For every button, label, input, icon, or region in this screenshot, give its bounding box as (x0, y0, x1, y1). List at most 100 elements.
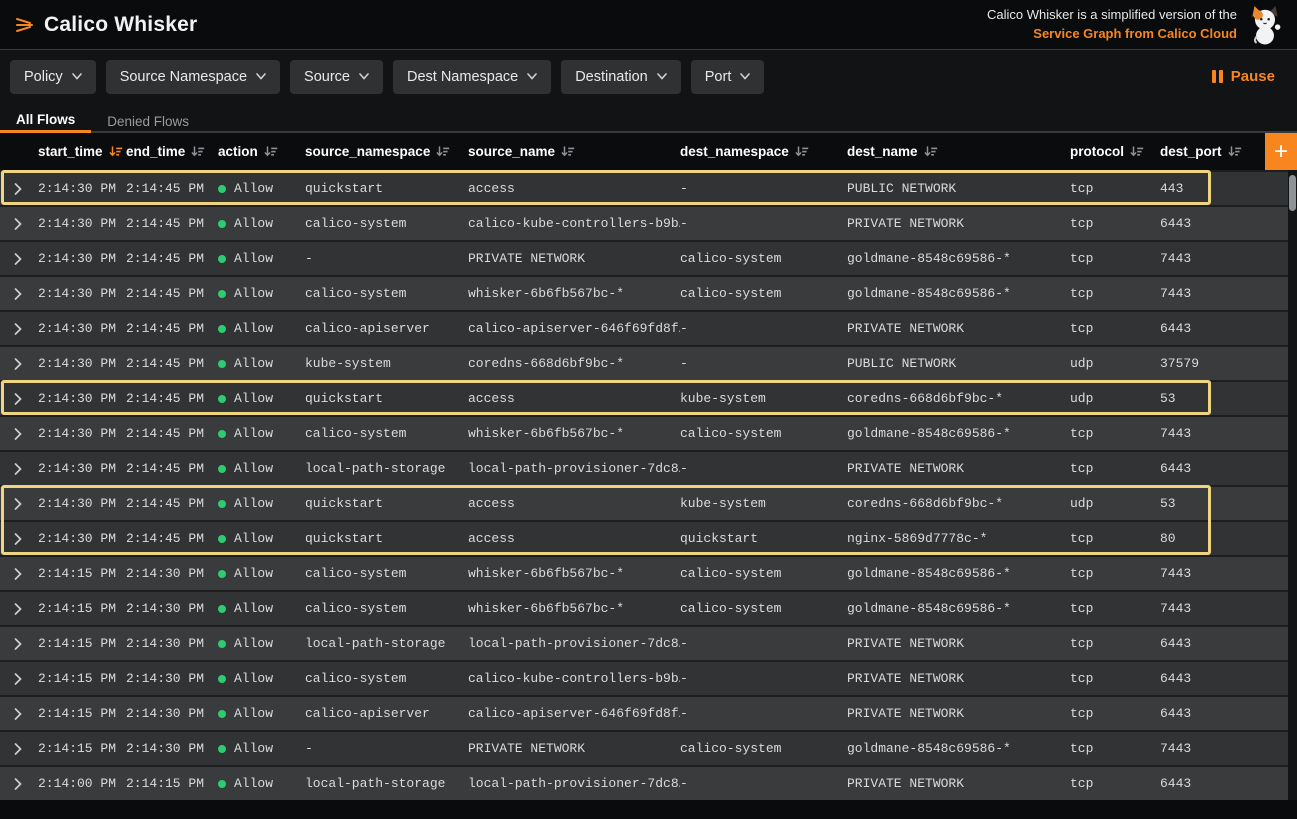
cell-end-time: 2:14:45 PM (126, 461, 218, 476)
cell-dest-name: PRIVATE NETWORK (847, 776, 1070, 791)
flow-row[interactable]: 2:14:30 PM 2:14:45 PM Allow quickstart a… (0, 380, 1288, 415)
expand-chevron-icon[interactable] (14, 463, 38, 475)
cell-source-name: calico-kube-controllers-b9b… (468, 671, 680, 686)
allow-status-dot (218, 640, 226, 648)
flow-row[interactable]: 2:14:30 PM 2:14:45 PM Allow - PRIVATE NE… (0, 240, 1288, 275)
cell-action: Allow (218, 671, 305, 686)
cell-dest-name: PRIVATE NETWORK (847, 321, 1070, 336)
pause-icon (1212, 70, 1223, 83)
cell-end-time: 2:14:30 PM (126, 671, 218, 686)
cell-end-time: 2:14:45 PM (126, 251, 218, 266)
calico-cat-mascot (1247, 5, 1283, 45)
tab-denied-flows[interactable]: Denied Flows (91, 103, 205, 133)
flow-row[interactable]: 2:14:30 PM 2:14:45 PM Allow calico-syste… (0, 275, 1288, 310)
cell-end-time: 2:14:30 PM (126, 741, 218, 756)
flow-row[interactable]: 2:14:15 PM 2:14:30 PM Allow calico-syste… (0, 590, 1288, 625)
cell-end-time: 2:14:45 PM (126, 216, 218, 231)
column-header-action[interactable]: action (218, 144, 305, 159)
expand-chevron-icon[interactable] (14, 533, 38, 545)
cell-start-time: 2:14:30 PM (38, 251, 126, 266)
column-header-end_time[interactable]: end_time (126, 144, 218, 159)
column-header-protocol[interactable]: protocol (1070, 144, 1160, 159)
flow-row[interactable]: 2:14:30 PM 2:14:45 PM Allow local-path-s… (0, 450, 1288, 485)
service-graph-link[interactable]: Service Graph from Calico Cloud (987, 25, 1237, 44)
add-column-button[interactable]: + (1265, 133, 1297, 170)
cell-dest-name: PRIVATE NETWORK (847, 671, 1070, 686)
flow-row[interactable]: 2:14:30 PM 2:14:45 PM Allow calico-apise… (0, 310, 1288, 345)
cell-dest-namespace: - (680, 321, 847, 336)
cell-action: Allow (218, 741, 305, 756)
column-header-source_name[interactable]: source_name (468, 144, 680, 159)
expand-chevron-icon[interactable] (14, 673, 38, 685)
filter-dropdown-destination[interactable]: Destination (561, 60, 681, 94)
expand-chevron-icon[interactable] (14, 638, 38, 650)
tab-all-flows[interactable]: All Flows (0, 103, 91, 133)
column-header-dest_namespace[interactable]: dest_namespace (680, 144, 847, 159)
expand-chevron-icon[interactable] (14, 603, 38, 615)
flow-row[interactable]: 2:14:30 PM 2:14:45 PM Allow kube-system … (0, 345, 1288, 380)
sort-desc-icon (924, 145, 938, 159)
cell-dest-namespace: - (680, 216, 847, 231)
expand-chevron-icon[interactable] (14, 253, 38, 265)
expand-chevron-icon[interactable] (14, 428, 38, 440)
cell-protocol: tcp (1070, 286, 1160, 301)
cell-dest-namespace: - (680, 356, 847, 371)
cell-dest-name: coredns-668d6bf9bc-* (847, 496, 1070, 511)
plus-icon: + (1274, 140, 1288, 164)
cell-source-name: calico-kube-controllers-b9b… (468, 216, 680, 231)
expand-chevron-icon[interactable] (14, 743, 38, 755)
expand-chevron-icon[interactable] (14, 393, 38, 405)
filter-dropdown-port[interactable]: Port (691, 60, 765, 94)
cell-source-namespace: calico-apiserver (305, 706, 468, 721)
expand-chevron-icon[interactable] (14, 218, 38, 230)
cell-dest-port: 6443 (1160, 321, 1288, 336)
filter-dropdown-dest-namespace[interactable]: Dest Namespace (393, 60, 551, 94)
expand-chevron-icon[interactable] (14, 288, 38, 300)
cell-dest-port: 37579 (1160, 356, 1288, 371)
flow-row[interactable]: 2:14:15 PM 2:14:30 PM Allow calico-apise… (0, 695, 1288, 730)
flow-row[interactable]: 2:14:30 PM 2:14:45 PM Allow quickstart a… (0, 520, 1288, 555)
flow-row[interactable]: 2:14:30 PM 2:14:45 PM Allow calico-syste… (0, 415, 1288, 450)
flow-row[interactable]: 2:14:00 PM 2:14:15 PM Allow local-path-s… (0, 765, 1288, 800)
cell-action: Allow (218, 286, 305, 301)
cell-start-time: 2:14:15 PM (38, 601, 126, 616)
flow-row[interactable]: 2:14:30 PM 2:14:45 PM Allow calico-syste… (0, 205, 1288, 240)
flow-row[interactable]: 2:14:15 PM 2:14:30 PM Allow calico-syste… (0, 660, 1288, 695)
cell-protocol: udp (1070, 356, 1160, 371)
allow-status-dot (218, 290, 226, 298)
flow-row[interactable]: 2:14:30 PM 2:14:45 PM Allow quickstart a… (0, 485, 1288, 520)
cell-action: Allow (218, 706, 305, 721)
expand-chevron-icon[interactable] (14, 568, 38, 580)
cell-dest-port: 6443 (1160, 461, 1288, 476)
expand-chevron-icon[interactable] (14, 778, 38, 790)
cell-source-name: PRIVATE NETWORK (468, 251, 680, 266)
flows-tabs: All Flows Denied Flows (0, 103, 1297, 133)
column-header-start_time[interactable]: start_time (38, 144, 126, 159)
filter-dropdown-source[interactable]: Source (290, 60, 383, 94)
expand-chevron-icon[interactable] (14, 358, 38, 370)
cell-dest-namespace: calico-system (680, 601, 847, 616)
flow-row[interactable]: 2:14:15 PM 2:14:30 PM Allow - PRIVATE NE… (0, 730, 1288, 765)
cell-source-namespace: quickstart (305, 531, 468, 546)
pause-button[interactable]: Pause (1212, 68, 1275, 85)
filter-dropdown-policy[interactable]: Policy (10, 60, 96, 94)
vertical-scrollbar-track[interactable] (1288, 170, 1297, 800)
cell-protocol: tcp (1070, 776, 1160, 791)
cell-dest-name: nginx-5869d7778c-* (847, 531, 1070, 546)
cell-protocol: tcp (1070, 251, 1160, 266)
expand-chevron-icon[interactable] (14, 183, 38, 195)
flow-row[interactable]: 2:14:15 PM 2:14:30 PM Allow calico-syste… (0, 555, 1288, 590)
expand-chevron-icon[interactable] (14, 708, 38, 720)
cell-dest-namespace: kube-system (680, 496, 847, 511)
flow-row[interactable]: 2:14:30 PM 2:14:45 PM Allow quickstart a… (0, 170, 1288, 205)
column-header-dest_name[interactable]: dest_name (847, 144, 1070, 159)
cell-protocol: tcp (1070, 741, 1160, 756)
column-header-source_namespace[interactable]: source_namespace (305, 144, 468, 159)
vertical-scrollbar-thumb[interactable] (1289, 175, 1296, 211)
expand-chevron-icon[interactable] (14, 498, 38, 510)
cell-start-time: 2:14:30 PM (38, 321, 126, 336)
expand-chevron-icon[interactable] (14, 323, 38, 335)
filter-dropdown-source-namespace[interactable]: Source Namespace (106, 60, 280, 94)
flow-row[interactable]: 2:14:15 PM 2:14:30 PM Allow local-path-s… (0, 625, 1288, 660)
sort-desc-icon (1228, 145, 1242, 159)
